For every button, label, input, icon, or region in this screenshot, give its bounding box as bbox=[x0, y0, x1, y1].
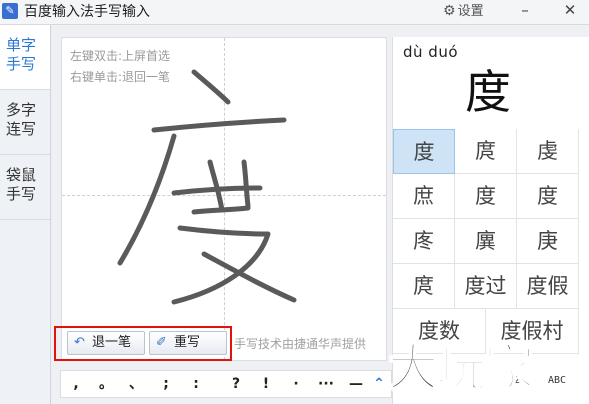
undo-stroke-button[interactable]: ↶ 退一笔 bbox=[67, 331, 145, 355]
candidate-cell[interactable]: 廙 bbox=[455, 219, 517, 264]
candidate-cell[interactable]: 度假 bbox=[517, 264, 579, 309]
punctuation-bar: , 。 、 ; : ? ! · ··· — ⌃ bbox=[60, 370, 392, 398]
credit-text: 手写技术由捷通华声提供 bbox=[234, 337, 367, 351]
candidate-cell[interactable]: 庚 bbox=[517, 219, 579, 264]
window-title: 百度输入法手写输入 bbox=[24, 4, 150, 20]
app-logo-icon: ✎ bbox=[2, 3, 18, 19]
undo-arrow-icon: ↶ bbox=[74, 335, 85, 350]
tab-label: 单字 bbox=[6, 36, 37, 54]
pinyin-label: dù duó bbox=[403, 43, 459, 61]
candidate-cell[interactable]: 庝 bbox=[393, 219, 455, 264]
tab-label: 多字 bbox=[6, 101, 37, 119]
tab-single-char[interactable]: 单字 手写 bbox=[0, 25, 50, 90]
candidate-cell[interactable]: 度 bbox=[517, 174, 579, 219]
abc-mode-button[interactable]: ABC bbox=[548, 375, 566, 386]
settings-button[interactable]: ⚙ 设置 bbox=[443, 1, 484, 22]
punct-key[interactable]: , bbox=[64, 374, 88, 394]
mode-sidebar: 单字 手写 多字 连写 袋鼠 手写 bbox=[0, 25, 51, 404]
candidate-cell[interactable]: 度 bbox=[393, 129, 455, 174]
settings-label: 设置 bbox=[457, 4, 484, 19]
close-button[interactable]: ✕ bbox=[556, 0, 584, 22]
punct-key[interactable]: 、 bbox=[124, 374, 148, 394]
undo-label: 退一笔 bbox=[92, 335, 132, 350]
watermark-logo: 大玩家 bbox=[387, 338, 535, 398]
punct-key[interactable]: ! bbox=[254, 374, 278, 394]
handwriting-canvas[interactable]: 左键双击:上屏首选 右键单击:退回一笔 bbox=[61, 37, 387, 361]
candidate-cell[interactable]: 庹 bbox=[393, 264, 455, 309]
tab-multi-char[interactable]: 多字 连写 bbox=[0, 90, 50, 155]
minimize-button[interactable]: – bbox=[511, 0, 539, 22]
candidate-cell[interactable]: 度 bbox=[455, 174, 517, 219]
tab-label: 手写 bbox=[6, 55, 37, 73]
rewrite-label: 重写 bbox=[174, 335, 201, 350]
title-bar: ✎ 百度输入法手写输入 ⚙ 设置 – ✕ bbox=[0, 0, 589, 25]
punct-key[interactable]: ··· bbox=[314, 374, 338, 394]
tab-label: 袋鼠 bbox=[6, 166, 37, 184]
preview-char: 度 bbox=[465, 65, 511, 119]
tab-kangaroo[interactable]: 袋鼠 手写 bbox=[0, 155, 50, 220]
tab-label: 手写 bbox=[6, 185, 37, 203]
punct-key[interactable]: 。 bbox=[94, 374, 118, 394]
rewrite-button[interactable]: ✐ 重写 bbox=[149, 331, 227, 355]
candidate-cell[interactable]: 虔 bbox=[517, 129, 579, 174]
punct-key[interactable]: ; bbox=[154, 374, 178, 394]
eraser-icon: ✐ bbox=[156, 335, 167, 350]
punct-key[interactable]: — bbox=[344, 374, 368, 394]
candidate-cell[interactable]: 度过 bbox=[455, 264, 517, 309]
handwritten-strokes bbox=[117, 69, 297, 305]
punct-key[interactable]: · bbox=[284, 374, 308, 394]
candidate-cell[interactable]: 庹 bbox=[455, 129, 517, 174]
candidate-cell[interactable]: 庶 bbox=[393, 174, 455, 219]
punct-key[interactable]: ? bbox=[224, 374, 248, 394]
gear-icon: ⚙ bbox=[443, 3, 456, 19]
punct-key[interactable]: : bbox=[184, 374, 208, 394]
tab-label: 连写 bbox=[6, 120, 37, 138]
